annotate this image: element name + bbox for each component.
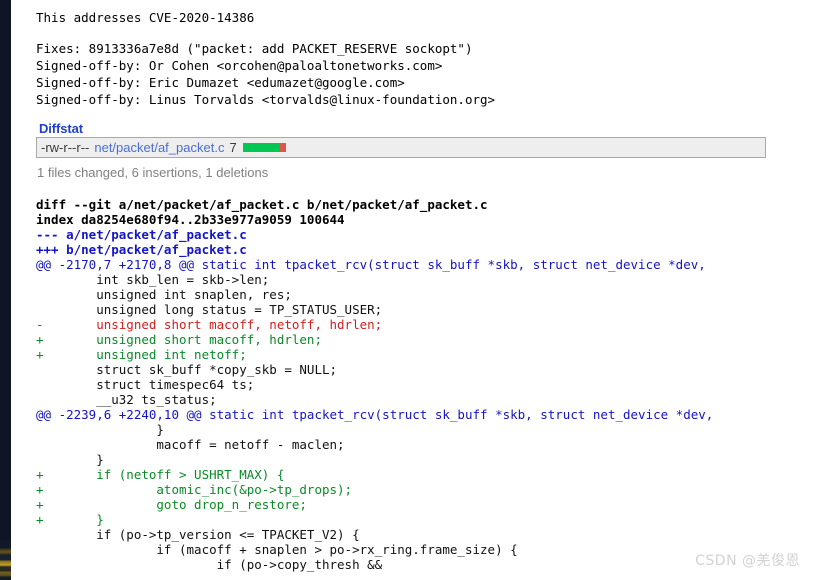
diffstat-bar-graph	[242, 143, 286, 152]
diffstat-change-count: 7	[229, 140, 237, 155]
csdn-watermark: CSDN @羌俊恩	[695, 553, 800, 569]
diff-line-ctx: }	[36, 452, 104, 467]
diff-line-add: + unsigned int netoff;	[36, 347, 247, 362]
diff-line-hunk: @@ -2239,6 +2240,10 @@ static int tpacke…	[36, 407, 714, 422]
diffstat-summary: 1 files changed, 6 insertions, 1 deletio…	[37, 165, 269, 180]
diff-line-meta: diff --git a/net/packet/af_packet.c b/ne…	[36, 197, 488, 212]
diff-line-add: + if (netoff > USHRT_MAX) {	[36, 467, 285, 482]
diff-line-ctx: struct sk_buff *copy_skb = NULL;	[36, 362, 338, 377]
page-left-edge-strip	[0, 0, 11, 580]
diff-line-ctx: if (macoff + snaplen > po->rx_ring.frame…	[36, 542, 518, 557]
diffstat-bar-insertions	[242, 143, 279, 152]
commit-message-signoff-2: Signed-off-by: Eric Dumazet <edumazet@go…	[36, 75, 405, 90]
diff-line-ctx: struct timespec64 ts;	[36, 377, 255, 392]
diff-line-ctx: __u32 ts_status;	[36, 392, 217, 407]
diff-line-ctx: if (po->tp_version <= TPACKET_V2) {	[36, 527, 360, 542]
diff-line-file: --- a/net/packet/af_packet.c	[36, 227, 247, 242]
diff-line-ctx: unsigned long status = TP_STATUS_USER;	[36, 302, 383, 317]
diff-line-add: + goto drop_n_restore;	[36, 497, 307, 512]
diff-line-add: + }	[36, 512, 104, 527]
diff-line-ctx: macoff = netoff - maclen;	[36, 437, 345, 452]
commit-message-cve: This addresses CVE-2020-14386	[36, 10, 255, 25]
diff-line-file: +++ b/net/packet/af_packet.c	[36, 242, 247, 257]
diff-line-del: - unsigned short macoff, netoff, hdrlen;	[36, 317, 383, 332]
diffstat-file-link[interactable]: net/packet/af_packet.c	[94, 140, 224, 155]
diff-line-ctx: unsigned int snaplen, res;	[36, 287, 292, 302]
diffstat-file-mode: -rw-r--r--	[41, 140, 90, 155]
diff-line-add: + unsigned short macoff, hdrlen;	[36, 332, 322, 347]
diff-line-ctx: if (po->copy_thresh &&	[36, 557, 383, 572]
diffstat-bar-deletions	[278, 143, 286, 152]
page-root: This addresses CVE-2020-14386 Fixes: 891…	[0, 0, 814, 580]
diff-line-meta: index da8254e680f94..2b33e977a9059 10064…	[36, 212, 345, 227]
diff-line-ctx: }	[36, 422, 164, 437]
diff-line-hunk: @@ -2170,7 +2170,8 @@ static int tpacket…	[36, 257, 706, 272]
diff-line-ctx: int skb_len = skb->len;	[36, 272, 270, 287]
commit-message-signoff-3: Signed-off-by: Linus Torvalds <torvalds@…	[36, 92, 496, 107]
commit-message-signoff-1: Signed-off-by: Or Cohen <orcohen@paloalt…	[36, 58, 443, 73]
diffstat-row: -rw-r--r-- net/packet/af_packet.c 7	[36, 137, 766, 158]
commit-message-fixes: Fixes: 8913336a7e8d ("packet: add PACKET…	[36, 41, 473, 56]
diff-line-add: + atomic_inc(&po->tp_drops);	[36, 482, 353, 497]
page-left-edge-strip-footer	[0, 540, 11, 580]
diffstat-heading: Diffstat	[39, 121, 83, 136]
diff-view: diff --git a/net/packet/af_packet.c b/ne…	[36, 197, 713, 572]
